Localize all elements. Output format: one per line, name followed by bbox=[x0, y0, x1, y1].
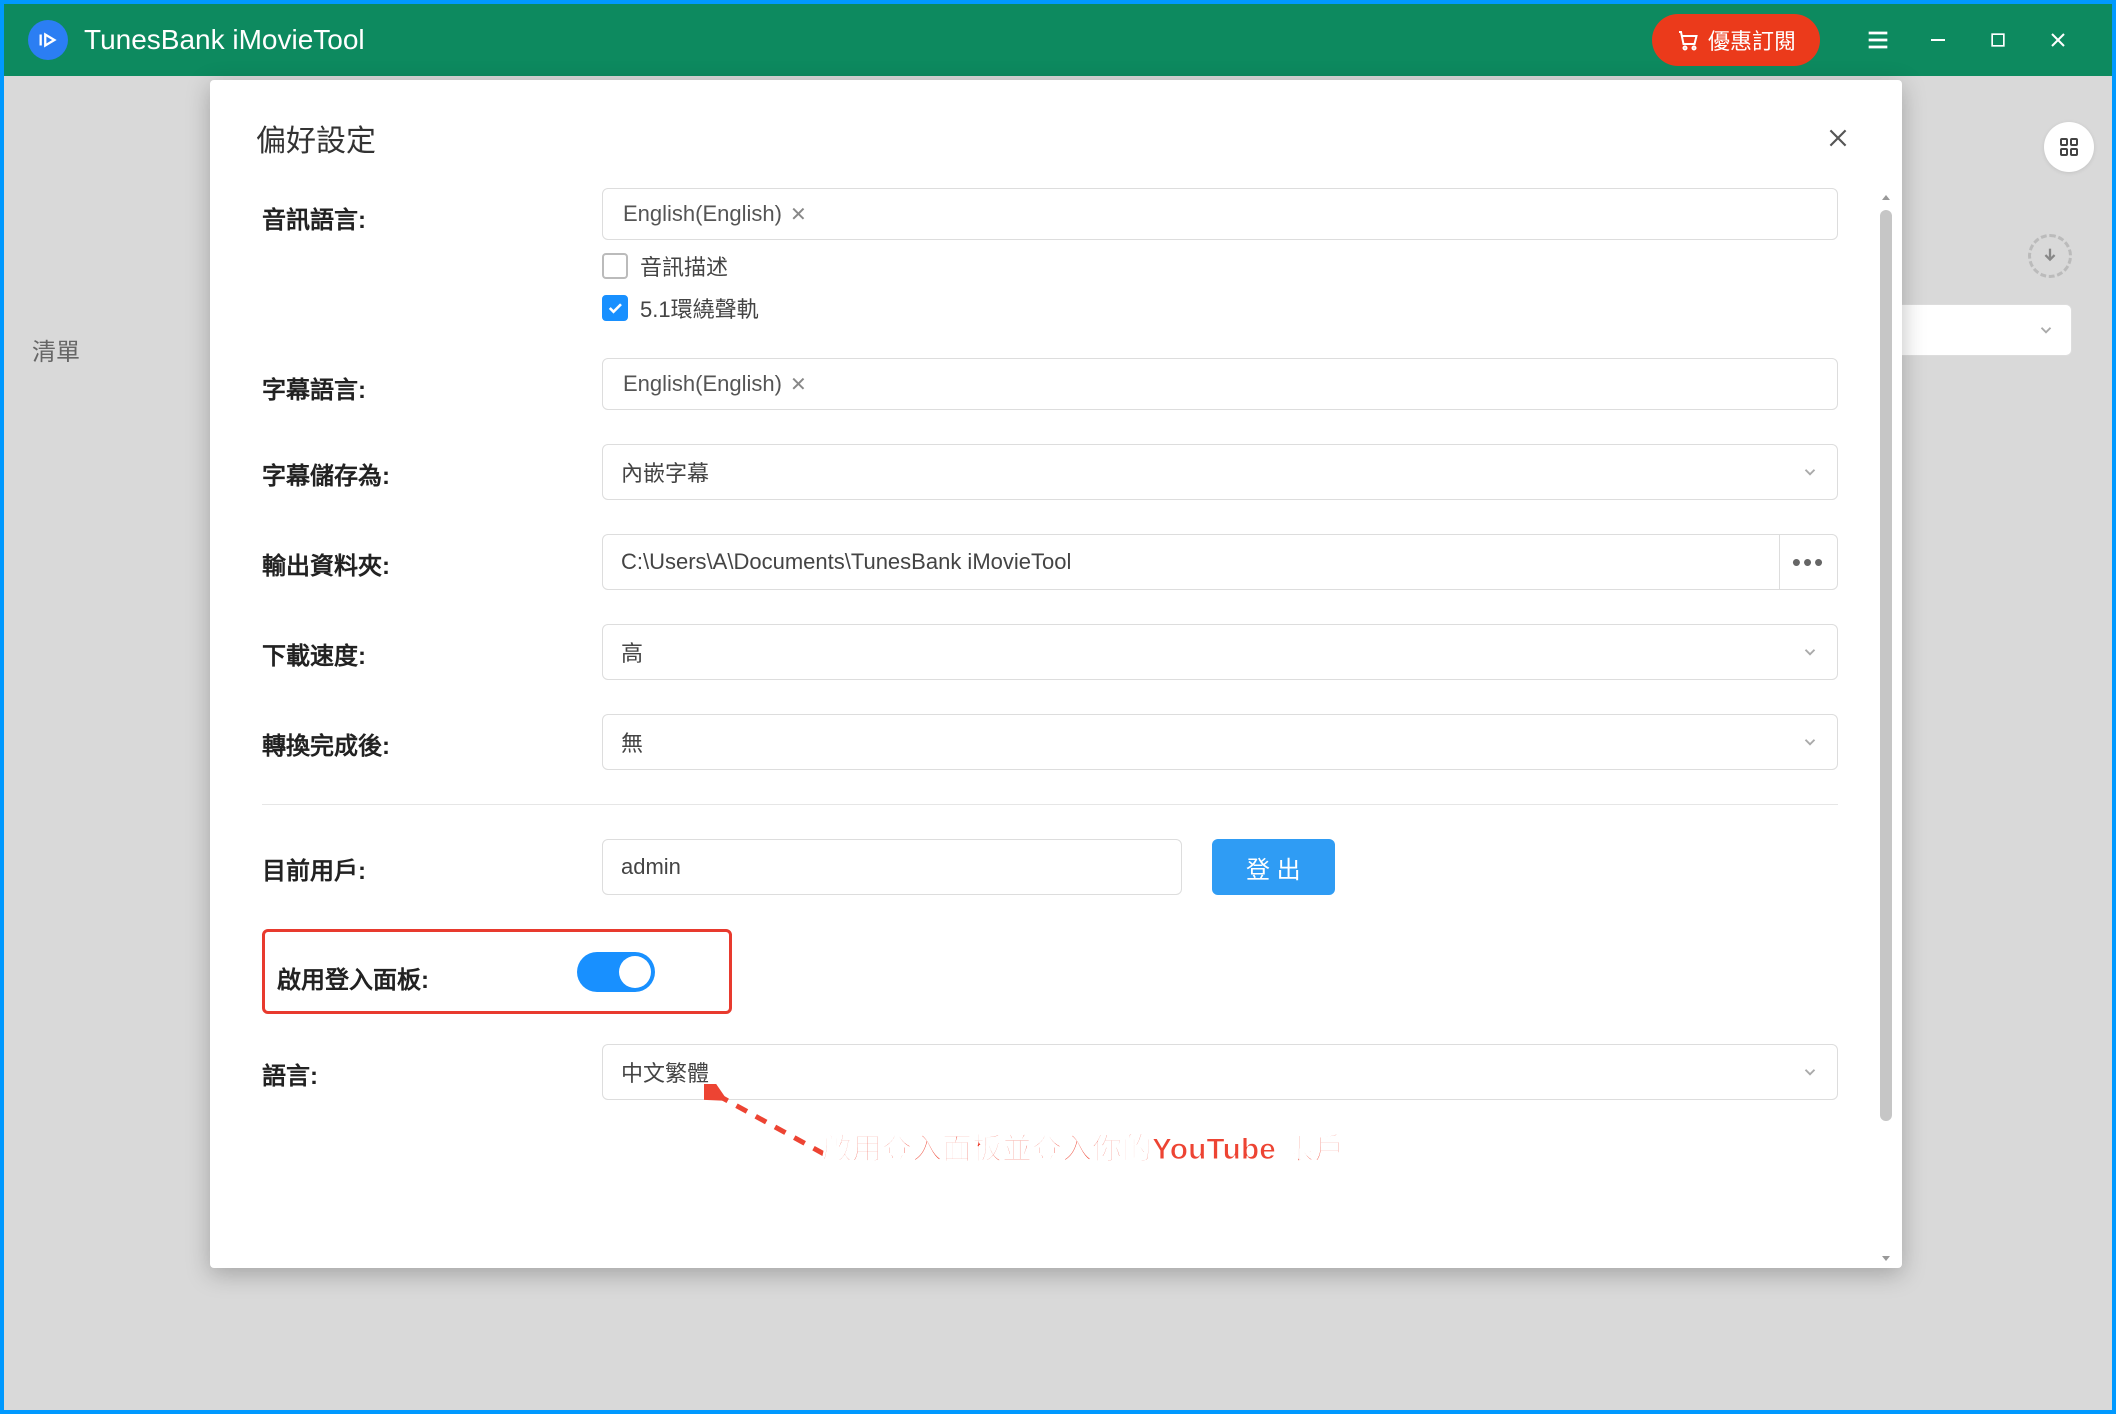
select-language[interactable]: 中文繁體 bbox=[602, 1044, 1838, 1100]
scrollbar-thumb[interactable] bbox=[1880, 210, 1892, 1121]
label-audio-language: 音訊語言: bbox=[262, 188, 602, 324]
select-subtitle-save-as[interactable]: 內嵌字幕 bbox=[602, 444, 1838, 500]
app-title: TunesBank iMovieTool bbox=[84, 24, 365, 56]
label-download-speed: 下載速度: bbox=[262, 624, 602, 680]
label-subtitle-language: 字幕語言: bbox=[262, 358, 602, 410]
modal-scroll-area[interactable]: 音訊語言: English(English) ✕ 音訊描述 bbox=[262, 188, 1850, 1268]
title-bar: TunesBank iMovieTool 優惠訂閱 bbox=[4, 4, 2112, 76]
subscribe-label: 優惠訂閱 bbox=[1708, 24, 1796, 56]
output-folder-field[interactable]: C:\Users\A\Documents\TunesBank iMovieToo… bbox=[602, 534, 1838, 590]
scroll-up-icon[interactable] bbox=[1878, 190, 1894, 206]
label-audio-description: 音訊描述 bbox=[640, 250, 728, 282]
preferences-modal: 偏好設定 音訊語言: English(English) ✕ bbox=[210, 80, 1902, 1268]
current-user-field[interactable]: admin bbox=[602, 839, 1182, 895]
remove-tag-icon[interactable]: ✕ bbox=[790, 202, 807, 227]
checkbox-audio-description[interactable] bbox=[602, 253, 628, 279]
audio-language-input[interactable]: English(English) ✕ bbox=[602, 188, 1838, 240]
subtitle-language-input[interactable]: English(English) ✕ bbox=[602, 358, 1838, 410]
chevron-down-icon bbox=[1801, 1063, 1819, 1081]
label-enable-login-panel: 啟用登入面板: bbox=[277, 948, 577, 995]
label-after-convert: 轉換完成後: bbox=[262, 714, 602, 770]
close-icon[interactable] bbox=[1820, 120, 1856, 156]
list-label: 清單 bbox=[32, 332, 80, 367]
modal-title: 偏好設定 bbox=[256, 116, 1820, 160]
close-window-icon[interactable] bbox=[2034, 16, 2082, 64]
app-logo-icon bbox=[28, 20, 68, 60]
remove-tag-icon[interactable]: ✕ bbox=[790, 372, 807, 397]
subtitle-language-tag: English(English) ✕ bbox=[617, 369, 813, 399]
label-output-folder: 輸出資料夾: bbox=[262, 534, 602, 590]
scroll-down-icon[interactable] bbox=[1878, 1250, 1894, 1266]
subscribe-button[interactable]: 優惠訂閱 bbox=[1652, 14, 1820, 66]
download-queue-icon[interactable] bbox=[2028, 234, 2072, 278]
toggle-knob bbox=[619, 956, 651, 988]
label-subtitle-save-as: 字幕儲存為: bbox=[262, 444, 602, 500]
toggle-enable-login-panel[interactable] bbox=[577, 952, 655, 992]
checkbox-surround[interactable] bbox=[602, 295, 628, 321]
chevron-down-icon bbox=[1801, 463, 1819, 481]
menu-icon[interactable] bbox=[1854, 16, 1902, 64]
logout-button[interactable]: 登 出 bbox=[1212, 839, 1335, 895]
label-language: 語言: bbox=[262, 1044, 602, 1100]
minimize-icon[interactable] bbox=[1914, 16, 1962, 64]
background-dropdown[interactable] bbox=[1892, 304, 2072, 356]
chevron-down-icon bbox=[1801, 733, 1819, 751]
audio-language-tag: English(English) ✕ bbox=[617, 199, 813, 229]
grid-apps-button[interactable] bbox=[2044, 122, 2094, 172]
maximize-icon[interactable] bbox=[1974, 16, 2022, 64]
select-after-convert[interactable]: 無 bbox=[602, 714, 1838, 770]
chevron-down-icon bbox=[1801, 643, 1819, 661]
browse-folder-button[interactable]: ••• bbox=[1779, 535, 1837, 589]
select-download-speed[interactable]: 高 bbox=[602, 624, 1838, 680]
highlight-enable-login: 啟用登入面板: bbox=[262, 929, 732, 1014]
divider bbox=[262, 804, 1838, 805]
label-surround: 5.1環繞聲軌 bbox=[640, 292, 759, 324]
scrollbar[interactable] bbox=[1878, 192, 1894, 1264]
label-current-user: 目前用戶: bbox=[262, 839, 602, 895]
